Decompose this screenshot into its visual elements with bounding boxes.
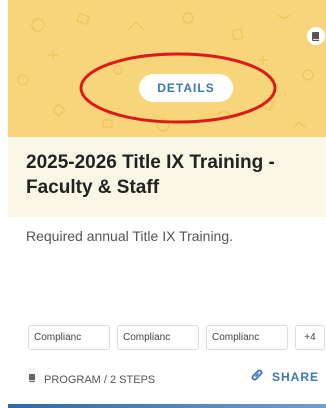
tag-chip[interactable]: Complianc <box>28 325 110 350</box>
annotation-highlight-circle <box>79 52 277 124</box>
book-icon <box>307 27 325 45</box>
training-card[interactable]: DETAILS 2025-2026 Title IX Training - Fa… <box>0 0 326 408</box>
tag-chip[interactable]: Complianc <box>117 325 199 350</box>
share-label: SHARE <box>272 369 320 384</box>
card-title[interactable]: 2025-2026 Title IX Training - Faculty & … <box>26 150 322 200</box>
program-steps-label: PROGRAM / 2 STEPS <box>44 373 156 386</box>
program-info: PROGRAM / 2 STEPS <box>28 373 155 386</box>
tag-list: Complianc Complianc Complianc +4 <box>28 325 325 350</box>
share-button[interactable]: SHARE <box>250 368 319 385</box>
card-description: Required annual Title IX Training. <box>26 228 234 244</box>
link-icon <box>250 368 264 385</box>
card-bottom-accent <box>8 404 326 408</box>
tag-chip[interactable]: Complianc <box>206 325 288 350</box>
program-icon <box>28 373 37 386</box>
more-tags-chip[interactable]: +4 <box>295 325 325 350</box>
